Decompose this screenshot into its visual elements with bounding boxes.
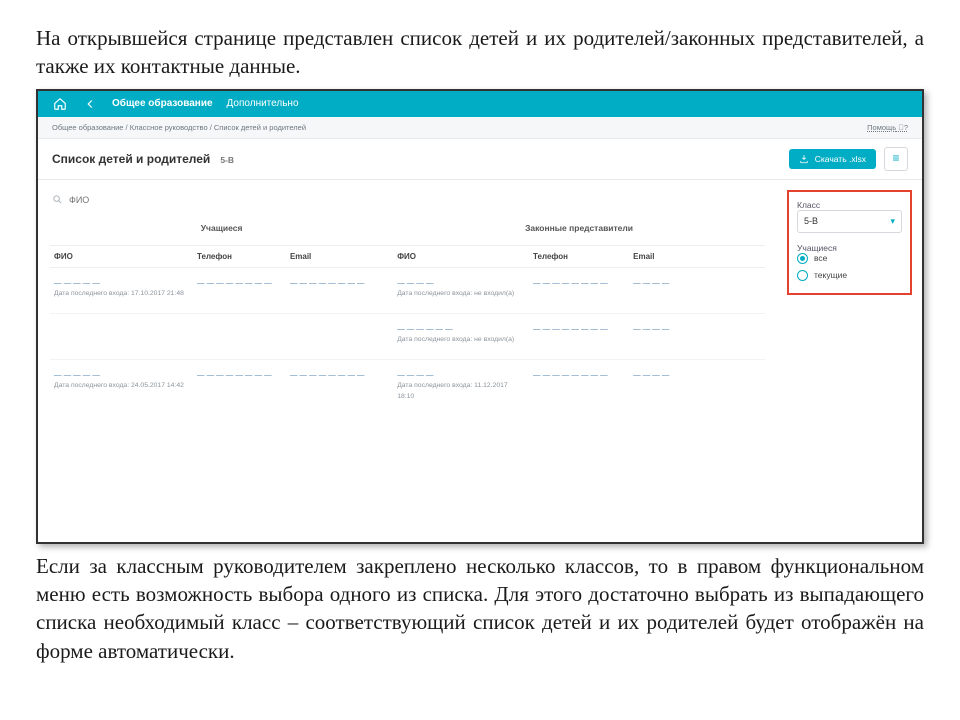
class-select-value: 5-В (804, 216, 818, 226)
nav-extra[interactable]: Дополнительно (227, 98, 299, 109)
radio-icon (797, 253, 808, 264)
breadcrumb-bar: Общее образование / Классное руководство… (38, 117, 922, 139)
col-header-row: ФИО Телефон Email ФИО Телефон Email (50, 246, 765, 268)
cell: — — — — — — — — (193, 360, 286, 416)
download-icon (799, 154, 809, 164)
app-screenshot: Общее образование Дополнительно Общее об… (36, 89, 924, 544)
title-bar: Список детей и родителей 5-В Скачать .xl… (38, 139, 922, 180)
cell: — — — — — — (397, 324, 452, 333)
cell-sub: Дата последнего входа: не входил(а) (397, 290, 514, 297)
col-rphone[interactable]: Телефон (529, 246, 629, 267)
cell: — — — — — — — — (193, 268, 286, 313)
table-row: — — — — — Дата последнего входа: 24.05.20… (50, 360, 765, 416)
breadcrumb: Общее образование / Классное руководство… (52, 123, 306, 132)
radio-all-label: все (814, 253, 827, 263)
class-filter-label: Класс (797, 200, 902, 210)
group-header-reps: Законные представители (393, 219, 765, 245)
radio-current[interactable]: текущие (797, 270, 902, 281)
topbar: Общее образование Дополнительно (38, 91, 922, 117)
radio-all[interactable]: все (797, 253, 902, 264)
page-title: Список детей и родителей (52, 152, 210, 166)
download-label: Скачать .xlsx (815, 154, 866, 164)
class-badge: 5-В (220, 155, 234, 165)
search-icon (52, 194, 63, 207)
students-filter-label: Учащиеся (797, 243, 902, 253)
help-label: Помощь (867, 123, 896, 132)
nav-main[interactable]: Общее образование (112, 98, 213, 109)
col-phone[interactable]: Телефон (193, 246, 286, 267)
doc-paragraph-top: На открывшейся странице представлен спис… (36, 24, 924, 81)
cell-sub: Дата последнего входа: 24.05.2017 14:42 (54, 382, 184, 389)
cell: — — — — — — — — (286, 268, 393, 313)
home-icon[interactable] (52, 96, 68, 112)
cell: — — — — — (54, 278, 100, 287)
chevron-down-icon: ▾ (890, 216, 895, 227)
back-icon[interactable] (82, 96, 98, 112)
cell: — — — — — — — — (529, 268, 629, 313)
radio-current-label: текущие (814, 270, 847, 280)
table-row: — — — — — Дата последнего входа: 17.10.20… (50, 268, 765, 314)
search-row (50, 188, 765, 219)
cell: — — — — — (54, 370, 100, 379)
sliders-icon: ≡ (892, 152, 899, 164)
cell: — — — — (629, 268, 765, 313)
students-radio-group: все текущие (797, 253, 902, 281)
doc-paragraph-bottom: Если за классным руководителем закреплен… (36, 552, 924, 665)
content-area: Учащиеся Законные представители ФИО Теле… (38, 180, 922, 542)
group-header-students: Учащиеся (50, 219, 393, 245)
cell-sub: Дата последнего входа: не входил(а) (397, 336, 514, 343)
class-select[interactable]: 5-В ▾ (797, 210, 902, 233)
table: Учащиеся Законные представители ФИО Теле… (50, 219, 765, 416)
cell: — — — — (629, 314, 765, 359)
cell: — — — — (397, 278, 433, 287)
side-filter-box: Класс 5-В ▾ Учащиеся все (787, 190, 912, 295)
search-input[interactable] (69, 195, 229, 205)
col-fio[interactable]: ФИО (50, 246, 193, 267)
main-column: Учащиеся Законные представители ФИО Теле… (38, 180, 777, 542)
cell: — — — — (397, 370, 433, 379)
download-button[interactable]: Скачать .xlsx (789, 149, 876, 169)
table-row: — — — — — — Дата последнего входа: не вхо… (50, 314, 765, 360)
help-link[interactable]: Помощь ⃝? (867, 123, 908, 132)
side-panel: Класс 5-В ▾ Учащиеся все (777, 180, 922, 542)
cell-sub: Дата последнего входа: 17.10.2017 21:48 (54, 290, 184, 297)
cell: — — — — (629, 360, 765, 416)
cell: — — — — — — — — (286, 360, 393, 416)
col-email[interactable]: Email (286, 246, 393, 267)
cell: — — — — — — — — (529, 314, 629, 359)
radio-icon (797, 270, 808, 281)
cell: — — — — — — — — (529, 360, 629, 416)
settings-button[interactable]: ≡ (884, 147, 908, 171)
col-rfio[interactable]: ФИО (393, 246, 529, 267)
col-remail[interactable]: Email (629, 246, 765, 267)
cell-sub: Дата последнего входа: 11.12.2017 18:10 (397, 382, 508, 400)
